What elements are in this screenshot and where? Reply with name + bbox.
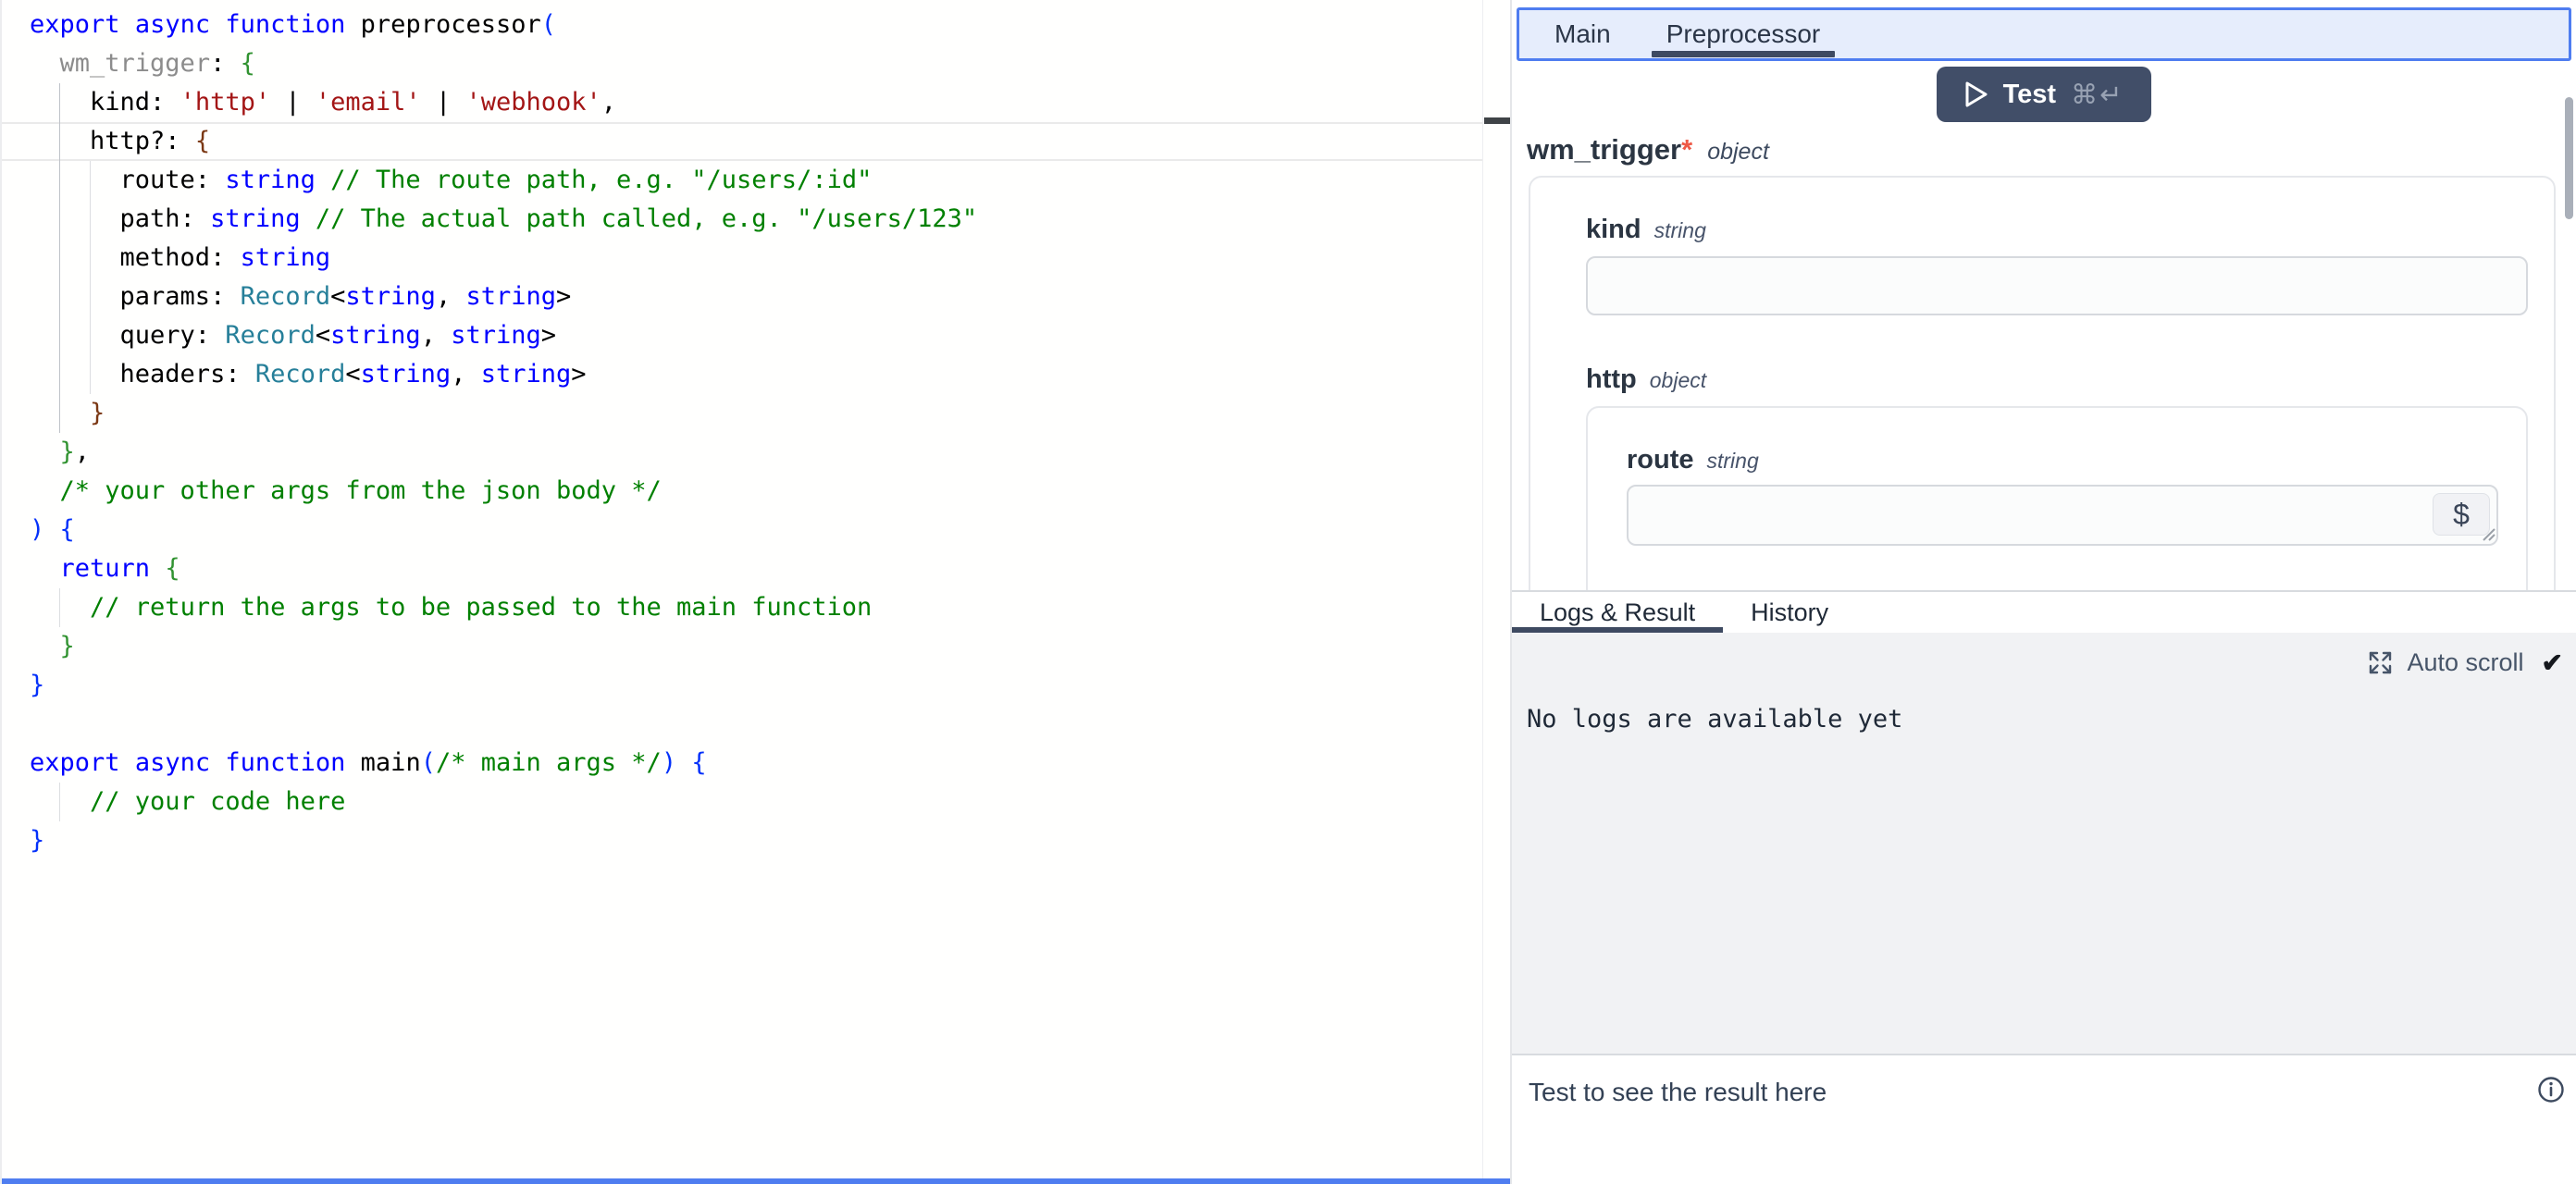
tab-logs-result-label: Logs & Result (1540, 598, 1695, 627)
kind-field-type: string (1654, 218, 1706, 243)
route-field-label-row: route string (1627, 445, 2526, 475)
http-field-name: http (1586, 364, 1637, 395)
logs-panel: Logs & Result History (1512, 590, 2576, 1054)
dollar-icon: $ (2453, 498, 2470, 532)
route-field-type: string (1707, 449, 1759, 474)
logs-body: Auto scroll ✔ No logs are available yet (1512, 633, 2576, 1054)
autoscroll-checkbox[interactable]: ✔ (2542, 648, 2563, 678)
overview-ruler-cursor-mark (1484, 117, 1510, 124)
root-field-type: object (1707, 139, 1769, 166)
kind-field-name: kind (1586, 215, 1641, 245)
tab-main-label: Main (1554, 19, 1611, 49)
kind-field-label-row: kind string (1586, 215, 2554, 245)
tab-history[interactable]: History (1723, 592, 1856, 633)
result-panel: Test to see the result here (1512, 1054, 2576, 1184)
function-tabbar: Main Preprocessor (1517, 7, 2571, 61)
required-asterisk: * (1681, 133, 1692, 166)
root-field-header: wm_trigger* object (1527, 133, 2576, 166)
expand-icon[interactable] (2368, 650, 2393, 675)
resize-handle-icon[interactable] (2476, 522, 2496, 547)
root-field-name: wm_trigger (1527, 133, 1681, 166)
autoscroll-label: Auto scroll (2407, 648, 2523, 677)
http-field-label-row: http object (1586, 364, 2554, 395)
autoscroll-row: Auto scroll ✔ (2368, 648, 2563, 678)
right-panel: Main Preprocessor Test ⌘↵ wm_t (1510, 0, 2576, 1184)
code-editor[interactable]: export async function preprocessor( wm_t… (0, 0, 1510, 1184)
kind-input[interactable] (1586, 256, 2528, 315)
tab-preprocessor-label: Preprocessor (1666, 19, 1821, 49)
test-button-row: Test ⌘↵ (1512, 61, 2576, 128)
form-scrollbar-thumb[interactable] (2565, 97, 2573, 219)
info-icon[interactable] (2537, 1076, 2565, 1108)
route-input[interactable] (1627, 485, 2498, 546)
app-window: export async function preprocessor( wm_t… (0, 0, 2576, 1184)
play-outline-icon (1964, 80, 1988, 108)
result-placeholder-text: Test to see the result here (1529, 1078, 2563, 1107)
logs-tabbar: Logs & Result History (1512, 592, 2576, 633)
editor-scrollbar-gutter (1482, 0, 1483, 1184)
tab-logs-result[interactable]: Logs & Result (1512, 592, 1723, 633)
http-object-box: route string $ (1586, 406, 2528, 590)
tab-preprocessor[interactable]: Preprocessor (1639, 10, 1849, 58)
no-logs-message: No logs are available yet (1527, 705, 1902, 734)
schema-form: wm_trigger* object kind string http obje… (1512, 128, 2576, 590)
test-button-label: Test (2003, 80, 2056, 110)
test-shortcut-hint: ⌘↵ (2071, 79, 2124, 111)
code-lines[interactable]: export async function preprocessor( wm_t… (30, 6, 1480, 860)
editor-focus-accent-bar (2, 1178, 1510, 1184)
test-button[interactable]: Test ⌘↵ (1937, 67, 2152, 122)
route-field-name: route (1627, 445, 1694, 475)
wm-trigger-object-box: kind string http object route string (1529, 176, 2556, 590)
tab-main[interactable]: Main (1527, 10, 1639, 58)
tab-history-label: History (1751, 598, 1828, 627)
http-field-type: object (1650, 368, 1706, 393)
